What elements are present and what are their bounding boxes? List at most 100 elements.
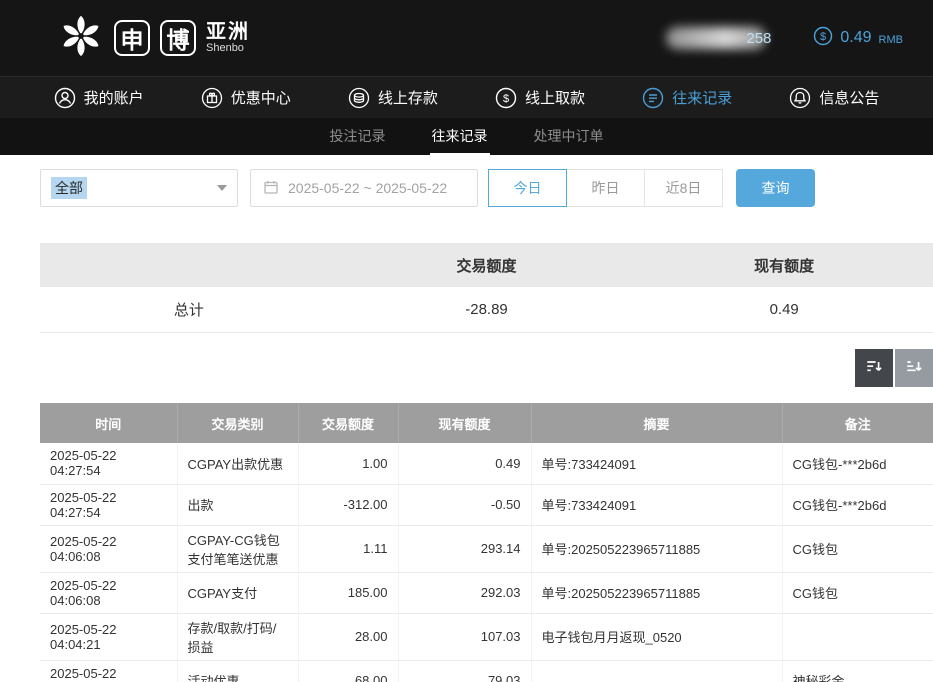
svg-text:$: $ [503, 93, 509, 105]
table-row: 2025-05-22 04:06:08 CGPAY-CG钱包支付笔笔送优惠 1.… [40, 525, 933, 572]
type-select[interactable]: 全部 [40, 169, 238, 207]
table-row: 2025-05-22 04:04:21 存款/取款/打码/损益 28.00 10… [40, 613, 933, 660]
cell-type: CGPAY-CG钱包支付笔笔送优惠 [177, 525, 298, 572]
table-row: 2025-05-22 04:27:54 出款 -312.00 -0.50 单号:… [40, 484, 933, 525]
sort-controls [0, 349, 933, 387]
tab-processing-orders[interactable]: 处理中订单 [532, 118, 606, 155]
nav-label: 线上取款 [525, 87, 585, 108]
account-number: 258 [666, 27, 771, 49]
balance-display[interactable]: $ 0.49 RMB [813, 26, 903, 51]
nav-item-announcements[interactable]: 信息公告 [789, 87, 879, 109]
site-logo[interactable]: 申 博 亚洲 Shenbo [58, 13, 250, 64]
summary-total-row: 总计 -28.89 0.49 [40, 287, 933, 333]
cell-summary [531, 660, 782, 682]
cell-transaction-amount: 185.00 [298, 572, 398, 613]
table-row: 2025-05-22 04:27:54 CGPAY出款优惠 1.00 0.49 … [40, 443, 933, 484]
nav-label: 往来记录 [672, 87, 732, 108]
cell-time: 2025-05-22 04:04:18 [40, 660, 177, 682]
cell-type: 活动优惠 [177, 660, 298, 682]
col-header-transaction-amount: 交易额度 [298, 403, 398, 443]
date-range-picker[interactable]: 2025-05-22 ~ 2025-05-22 [250, 169, 478, 207]
deposit-coin-icon [348, 87, 370, 109]
cell-current-amount: 79.03 [398, 660, 531, 682]
col-header-time: 时间 [40, 403, 177, 443]
logo-char-bo: 博 [160, 20, 196, 56]
bell-icon [789, 87, 811, 109]
range-button-today[interactable]: 今日 [488, 169, 567, 207]
cell-transaction-amount: -312.00 [298, 484, 398, 525]
filter-row: 全部 2025-05-22 ~ 2025-05-22 今日 昨日 近8日 查询 [40, 169, 933, 207]
date-range-value: 2025-05-22 ~ 2025-05-22 [288, 180, 447, 196]
tab-bet-records[interactable]: 投注记录 [328, 118, 388, 155]
nav-item-transaction-records[interactable]: 往来记录 [642, 87, 732, 109]
cell-current-amount: 107.03 [398, 613, 531, 660]
records-icon [642, 87, 664, 109]
calendar-icon [263, 179, 279, 198]
logo-char-shen: 申 [114, 20, 150, 56]
tab-transaction-records[interactable]: 往来记录 [430, 118, 490, 155]
user-icon [54, 87, 76, 109]
account-visible-digits: 258 [746, 30, 771, 47]
top-right: 258 $ 0.49 RMB [666, 26, 903, 51]
cell-type: 存款/取款/打码/损益 [177, 613, 298, 660]
table-row: 2025-05-22 04:04:18 活动优惠 68.00 79.03 神秘彩… [40, 660, 933, 682]
summary-transaction-total: -28.89 [338, 301, 636, 318]
nav-label: 我的账户 [84, 87, 144, 108]
nav-item-my-account[interactable]: 我的账户 [54, 87, 144, 109]
withdraw-dollar-icon: $ [495, 87, 517, 109]
type-select-value: 全部 [51, 177, 87, 199]
nav-item-online-withdraw[interactable]: $ 线上取款 [495, 87, 585, 109]
cell-summary: 单号:733424091 [531, 484, 782, 525]
dollar-circle-icon: $ [813, 26, 833, 51]
cell-transaction-amount: 28.00 [298, 613, 398, 660]
table-body: 2025-05-22 04:27:54 CGPAY出款优惠 1.00 0.49 … [40, 443, 933, 682]
table-row: 2025-05-22 04:06:08 CGPAY支付 185.00 292.0… [40, 572, 933, 613]
cell-summary: 电子钱包月月返现_0520 [531, 613, 782, 660]
summary-current-total: 0.49 [635, 301, 933, 318]
summary-header-transaction-amount: 交易额度 [338, 255, 636, 276]
range-button-last8days[interactable]: 近8日 [644, 169, 723, 207]
sort-ascending-icon [904, 357, 924, 380]
transactions-table: 时间 交易类别 交易额度 现有额度 摘要 备注 2025-05-22 04:27… [40, 403, 933, 682]
cell-time: 2025-05-22 04:06:08 [40, 525, 177, 572]
cell-time: 2025-05-22 04:06:08 [40, 572, 177, 613]
cell-current-amount: 293.14 [398, 525, 531, 572]
summary-table: 交易额度 现有额度 总计 -28.89 0.49 [40, 243, 933, 333]
cell-current-amount: -0.50 [398, 484, 531, 525]
cell-current-amount: 0.49 [398, 443, 531, 484]
cell-time: 2025-05-22 04:27:54 [40, 484, 177, 525]
query-button[interactable]: 查询 [736, 169, 815, 207]
chevron-down-icon [217, 185, 227, 191]
sort-ascending-button[interactable] [895, 349, 933, 387]
cell-remark: CG钱包 [782, 572, 933, 613]
top-bar: 申 博 亚洲 Shenbo 258 $ 0.49 RMB [0, 0, 933, 76]
nav-item-promo-center[interactable]: 优惠中心 [201, 87, 291, 109]
cell-remark: CG钱包-***2b6d [782, 484, 933, 525]
cell-summary: 单号:733424091 [531, 443, 782, 484]
sub-nav: 投注记录 往来记录 处理中订单 [0, 118, 933, 155]
cell-remark: CG钱包-***2b6d [782, 443, 933, 484]
table-header-row: 时间 交易类别 交易额度 现有额度 摘要 备注 [40, 403, 933, 443]
cell-type: 出款 [177, 484, 298, 525]
nav-label: 线上存款 [378, 87, 438, 108]
nav-item-online-deposit[interactable]: 线上存款 [348, 87, 438, 109]
balance-amount: 0.49 [840, 29, 871, 47]
cell-time: 2025-05-22 04:27:54 [40, 443, 177, 484]
cell-type: CGPAY出款优惠 [177, 443, 298, 484]
cell-transaction-amount: 68.00 [298, 660, 398, 682]
cell-transaction-amount: 1.11 [298, 525, 398, 572]
cell-time: 2025-05-22 04:04:21 [40, 613, 177, 660]
sort-descending-icon [864, 357, 884, 380]
cell-summary: 单号:202505223965711885 [531, 572, 782, 613]
nav-label: 信息公告 [819, 87, 879, 108]
main-nav: 我的账户 优惠中心 线上存款 [0, 76, 933, 118]
gift-icon [201, 87, 223, 109]
col-header-summary: 摘要 [531, 403, 782, 443]
cell-remark [782, 613, 933, 660]
summary-header-row: 交易额度 现有额度 [40, 243, 933, 287]
range-button-yesterday[interactable]: 昨日 [566, 169, 645, 207]
sort-descending-button[interactable] [855, 349, 893, 387]
balance-currency: RMB [879, 34, 903, 46]
logo-region: 亚洲 Shenbo [206, 22, 250, 55]
col-header-type: 交易类别 [177, 403, 298, 443]
